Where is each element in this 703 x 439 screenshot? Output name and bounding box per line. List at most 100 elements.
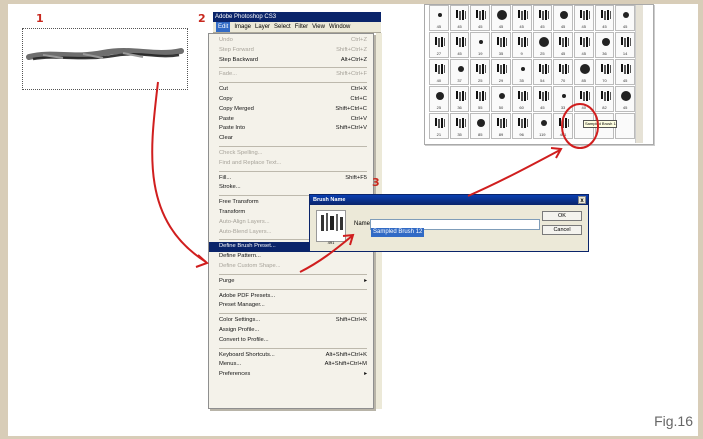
menu-item-clear[interactable]: Clear <box>209 134 373 144</box>
menu-item-shortcut: Ctrl+Z <box>351 37 367 43</box>
menu-item-color-settings[interactable]: Color Settings... Shift+Ctrl+K <box>209 316 373 326</box>
brush-preset-cell[interactable]: 70 <box>594 59 615 85</box>
brush-preset-cell[interactable]: 45 <box>449 32 470 58</box>
brush-preset-cell[interactable]: 45 <box>511 5 532 31</box>
menu-item-menus[interactable]: Menus... Alt+Shift+Ctrl+M <box>209 360 373 370</box>
step-number-2: 2 <box>198 12 206 25</box>
menubar-window[interactable]: Window <box>329 22 350 32</box>
brush-preset-cell[interactable]: 21 <box>429 113 449 139</box>
menu-item-preset-manager[interactable]: Preset Manager... <box>209 301 373 311</box>
menu-item-cut[interactable]: Cut Ctrl+X <box>209 85 373 95</box>
menu-item-find-and-replace-text[interactable]: Find and Replace Text... <box>209 159 373 169</box>
brush-preset-cell[interactable]: 35 <box>449 113 470 139</box>
brush-preset-cell[interactable]: 85 <box>470 113 491 139</box>
menu-item-check-spelling[interactable]: Check Spelling... <box>209 149 373 159</box>
menu-item-adobe-pdf-presets[interactable]: Adobe PDF Presets... <box>209 292 373 302</box>
brush-preset-cell[interactable]: 35 <box>511 59 532 85</box>
brush-preset-cell[interactable]: 85 <box>573 59 594 85</box>
brush-preset-cell[interactable]: 25 <box>429 86 449 112</box>
brush-preset-cell[interactable]: 55 <box>470 86 491 112</box>
menubar-select[interactable]: Select <box>274 22 291 32</box>
brush-size-label: 45 <box>602 24 607 29</box>
brush-preset-cell[interactable]: 37 <box>449 59 470 85</box>
brush-preset-cell[interactable]: 29 <box>491 59 511 85</box>
brush-tip-icon <box>559 64 570 74</box>
brush-preset-cell[interactable]: 19 <box>470 32 491 58</box>
brush-preset-cell[interactable]: 60 <box>511 86 532 112</box>
menu-item-preferences[interactable]: Preferences ▸ <box>209 370 373 380</box>
menu-item-undo[interactable]: Undo Ctrl+Z <box>209 36 373 46</box>
brush-tip-icon <box>455 91 466 101</box>
brush-preset-cell[interactable]: 45 <box>573 32 594 58</box>
brush-preset-cell[interactable]: 45 <box>615 86 635 112</box>
brush-selection-area[interactable] <box>22 28 188 90</box>
brush-preset-cell[interactable]: 45 <box>553 5 573 31</box>
brush-preset-cell[interactable]: 119 <box>532 113 553 139</box>
brush-preset-cell[interactable]: 40 <box>573 86 594 112</box>
menubar-filter[interactable]: Filter <box>295 22 308 32</box>
menu-item-keyboard-shortcuts[interactable]: Keyboard Shortcuts... Alt+Shift+Ctrl+K <box>209 351 373 361</box>
menu-item-define-pattern[interactable]: Define Pattern... <box>209 252 373 262</box>
menu-item-copy-merged[interactable]: Copy Merged Shift+Ctrl+C <box>209 105 373 115</box>
menu-item-copy[interactable]: Copy Ctrl+C <box>209 95 373 105</box>
brush-preset-cell[interactable]: 491 <box>553 113 573 139</box>
menu-item-fill[interactable]: Fill... Shift+F5 <box>209 174 373 184</box>
menu-item-fade[interactable]: Fade... Shift+Ctrl+F <box>209 70 373 80</box>
brush-tip-icon <box>538 37 549 47</box>
brush-preset-cell[interactable]: 45 <box>449 5 470 31</box>
menu-item-convert-to-profile[interactable]: Convert to Profile... <box>209 336 373 346</box>
menu-item-shortcut: Alt+Shift+Ctrl+M <box>324 361 367 368</box>
brush-preset-cell[interactable]: 45 <box>491 5 511 31</box>
brush-preset-cell[interactable]: 45 <box>594 5 615 31</box>
brush-tip-icon <box>455 10 466 20</box>
brush-preset-cell[interactable]: 45 <box>429 5 449 31</box>
menu-item-assign-profile[interactable]: Assign Profile... <box>209 326 373 336</box>
brush-preset-cell[interactable] <box>615 113 635 139</box>
brush-preset-cell[interactable]: 35 <box>491 32 511 58</box>
brush-preset-cell[interactable]: 45 <box>553 32 573 58</box>
brush-preset-cell[interactable]: 54 <box>532 59 553 85</box>
menu-item-stroke[interactable]: Stroke... <box>209 183 373 193</box>
brush-name-input[interactable]: Sampled Brush 12 <box>370 219 540 237</box>
menu-item-label: Free Transform <box>219 199 259 206</box>
brush-preset-cell[interactable]: 45 <box>615 5 635 31</box>
menubar-layer[interactable]: Layer <box>255 22 270 32</box>
brush-preset-cell[interactable]: 25 <box>470 59 491 85</box>
brush-preset-cell[interactable]: 9 <box>511 32 532 58</box>
brush-preset-cell[interactable]: 45 <box>532 5 553 31</box>
brush-preset-cell[interactable]: 89 <box>491 113 511 139</box>
brush-preset-cell[interactable]: 14 <box>615 32 635 58</box>
cancel-button[interactable]: Cancel <box>542 225 582 235</box>
brush-preset-cell[interactable]: 36 <box>594 32 615 58</box>
ok-button[interactable]: OK <box>542 211 582 221</box>
menubar-view[interactable]: View <box>312 22 325 32</box>
menubar-edit[interactable]: Edit <box>216 22 231 32</box>
brush-preset-cell[interactable]: 96 <box>511 113 532 139</box>
menubar-image[interactable]: Image <box>234 22 251 32</box>
brush-preset-cell[interactable]: 45 <box>532 86 553 112</box>
brush-preset-cell[interactable]: 36 <box>449 86 470 112</box>
brush-preset-cell[interactable]: 45 <box>470 5 491 31</box>
brush-preset-cell[interactable]: 27 <box>429 32 449 58</box>
brush-size-label: 96 <box>519 132 524 137</box>
brush-preset-cell[interactable]: 45 <box>573 5 594 31</box>
menu-item-define-custom-shape[interactable]: Define Custom Shape... <box>209 262 373 272</box>
palette-scrollbar[interactable] <box>635 5 643 143</box>
brush-preset-cell[interactable]: 45 <box>615 59 635 85</box>
brush-preset-cell[interactable]: 33 <box>553 86 573 112</box>
menu-item-shortcut: Ctrl+X <box>350 86 367 93</box>
brush-preset-cell[interactable]: 50 <box>491 86 511 112</box>
brush-preset-cell[interactable]: 82 <box>594 86 615 112</box>
brush-tip-icon <box>579 91 590 101</box>
menu-item-label: Copy Merged <box>219 105 254 112</box>
brush-preset-cell[interactable]: 40 <box>429 59 449 85</box>
brush-size-label: 21 <box>436 132 442 137</box>
brush-preset-cell[interactable]: 25 <box>532 32 553 58</box>
dialog-close-button[interactable]: x <box>578 196 586 204</box>
menu-item-step-forward[interactable]: Step Forward Shift+Ctrl+Z <box>209 46 373 56</box>
brush-preset-cell[interactable]: 70 <box>553 59 573 85</box>
menu-item-purge[interactable]: Purge ▸ <box>209 277 373 287</box>
menu-item-step-backward[interactable]: Step Backward Alt+Ctrl+Z <box>209 56 373 66</box>
menu-item-paste-into[interactable]: Paste Into Shift+Ctrl+V <box>209 124 373 134</box>
menu-item-paste[interactable]: Paste Ctrl+V <box>209 115 373 125</box>
